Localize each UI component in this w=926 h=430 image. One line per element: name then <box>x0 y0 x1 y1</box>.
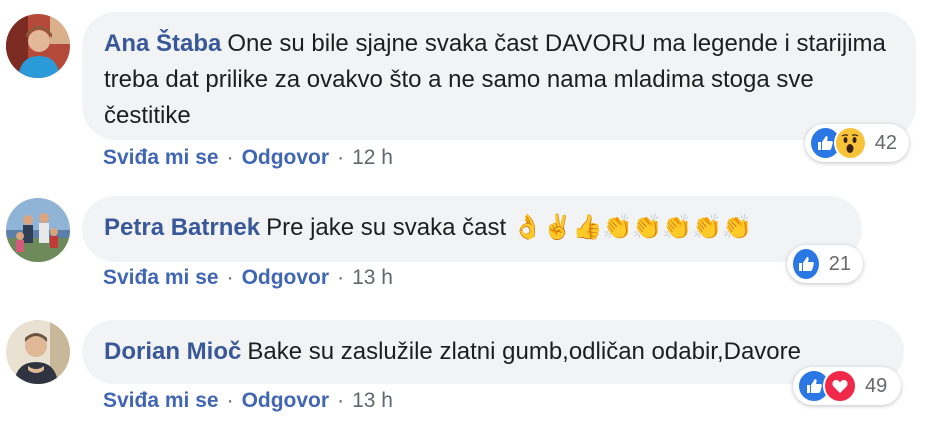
comment-author[interactable]: Dorian Mioč <box>104 338 241 365</box>
reaction-count: 21 <box>828 252 851 275</box>
comment-actions: Sviđa mi se · Odgovor · 12 h <box>103 146 393 170</box>
separator: · <box>337 389 345 412</box>
comment-actions: Sviđa mi se · Odgovor · 13 h <box>103 389 393 413</box>
like-link[interactable]: Sviđa mi se <box>103 389 219 412</box>
comment-author[interactable]: Ana Štaba <box>104 30 221 57</box>
avatar[interactable] <box>6 198 70 262</box>
reply-link[interactable]: Odgovor <box>242 146 330 169</box>
reactions-summary[interactable]: 42 <box>805 124 909 162</box>
wow-icon <box>833 126 867 160</box>
reply-link[interactable]: Odgovor <box>242 389 330 412</box>
comment-bubble: Dorian Mioč Bake su zaslužile zlatni gumb… <box>82 320 904 384</box>
separator: · <box>226 146 234 169</box>
separator: · <box>337 266 345 289</box>
comment-bubble: Petra Batrnek Pre jake su svaka čast 👌✌️👍… <box>82 196 862 262</box>
reactions-summary[interactable]: 21 <box>787 245 863 283</box>
avatar[interactable] <box>6 14 70 78</box>
reaction-count: 49 <box>865 374 888 397</box>
reactions-summary[interactable]: 49 <box>793 367 901 405</box>
comment-text: One su bile sjajne svaka čast DAVORU ma … <box>104 30 886 129</box>
comment-author[interactable]: Petra Batrnek <box>104 214 260 241</box>
comment-time[interactable]: 12 h <box>352 146 393 169</box>
reply-link[interactable]: Odgovor <box>242 266 330 289</box>
heart-icon <box>823 369 857 403</box>
separator: · <box>226 266 234 289</box>
comment-text: Pre jake su svaka čast 👌✌️👍👏👏👏👏👏 <box>266 214 752 241</box>
like-link[interactable]: Sviđa mi se <box>103 266 219 289</box>
comment-actions: Sviđa mi se · Odgovor · 13 h <box>103 266 393 290</box>
comment-text: Bake su zaslužile zlatni gumb,odličan od… <box>247 338 801 365</box>
separator: · <box>226 389 234 412</box>
comment-time[interactable]: 13 h <box>352 389 393 412</box>
avatar[interactable] <box>6 320 70 384</box>
reaction-count: 42 <box>874 131 897 154</box>
like-link[interactable]: Sviđa mi se <box>103 146 219 169</box>
like-icon <box>791 247 821 281</box>
comment-bubble: Ana Štaba One su bile sjajne svaka čast D… <box>82 12 916 140</box>
comment-time[interactable]: 13 h <box>352 266 393 289</box>
separator: · <box>337 146 345 169</box>
